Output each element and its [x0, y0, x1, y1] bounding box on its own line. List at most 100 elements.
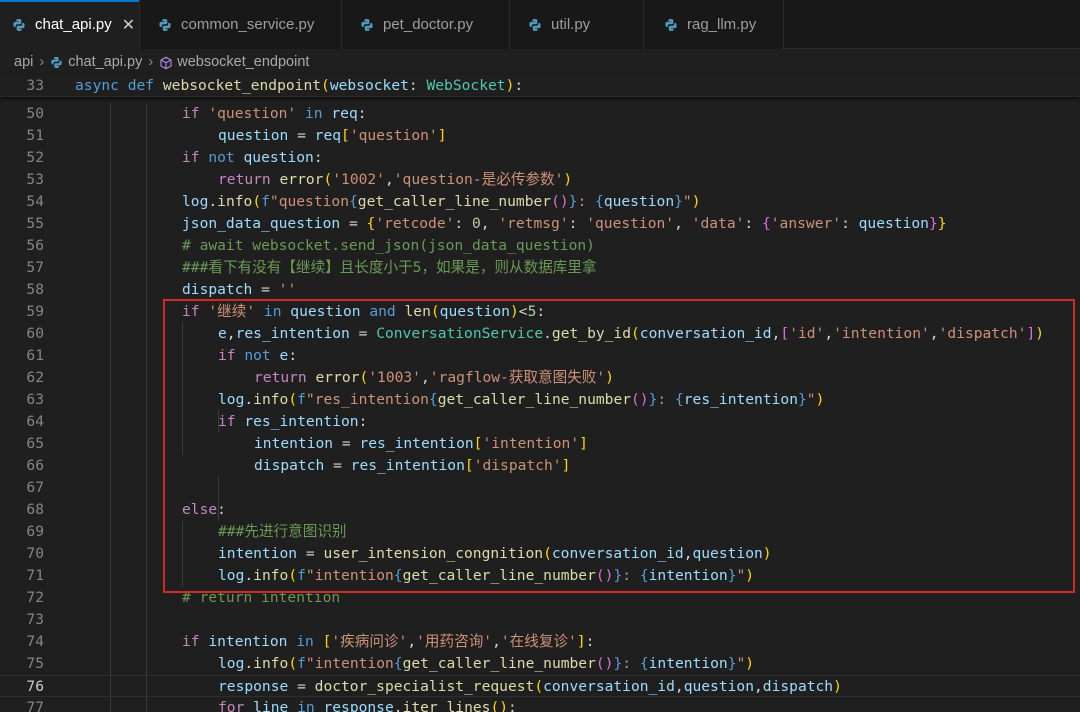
- code-token: info: [253, 655, 289, 672]
- code-token: =: [297, 545, 324, 562]
- code-line[interactable]: 56 # await websocket.send_json(json_data_…: [0, 235, 1080, 257]
- code-token: '疾病问诊': [331, 633, 408, 650]
- breadcrumb-folder[interactable]: api: [14, 54, 33, 70]
- code-token: :: [577, 193, 596, 210]
- code-line[interactable]: 53 return error('1002','question-是必传参数'): [0, 169, 1080, 191]
- code-line[interactable]: 61 if not e:: [0, 345, 1080, 367]
- breadcrumb-symbol[interactable]: websocket_endpoint: [177, 54, 309, 70]
- code-token: for: [218, 699, 254, 712]
- code-line[interactable]: 67: [0, 477, 1080, 499]
- line-number: 77: [26, 699, 44, 712]
- code-line[interactable]: 75 log.info(f"intention{get_caller_line_n…: [0, 653, 1080, 675]
- code-line[interactable]: 63 log.info(f"res_intention{get_caller_li…: [0, 389, 1080, 411]
- code-token: websocket_endpoint: [162, 77, 322, 94]
- tab-util[interactable]: util.py: [510, 0, 644, 49]
- indent-guide: [110, 103, 111, 712]
- code-line[interactable]: 52 if not question:: [0, 147, 1080, 169]
- code-token: dispatch: [182, 281, 253, 298]
- code-token: ): [499, 699, 509, 712]
- code-token: intention: [218, 545, 298, 562]
- code-text: if not e:: [218, 345, 297, 367]
- code-token: if: [182, 303, 209, 320]
- code-line[interactable]: 54 log.info(f"question{get_caller_line_nu…: [0, 191, 1080, 213]
- code-line[interactable]: 71 log.info(f"intention{get_caller_line_n…: [0, 565, 1080, 587]
- code-line[interactable]: 33 async def websocket_endpoint(websocket…: [0, 75, 1080, 97]
- tab-label: pet_doctor.py: [383, 16, 474, 33]
- code-token: '继续': [208, 303, 256, 320]
- code-token: }: [798, 391, 807, 408]
- code-token: (: [288, 567, 298, 584]
- code-line[interactable]: 74 if intention in ['疾病问诊','用药咨询','在线复诊']…: [0, 631, 1080, 653]
- python-file-icon: [360, 18, 374, 32]
- code-token: (: [359, 369, 369, 386]
- tab-common-service[interactable]: common_service.py: [140, 0, 342, 49]
- code-token: {: [674, 391, 684, 408]
- tab-chat-api[interactable]: chat_api.py ✕: [0, 0, 140, 49]
- line-number: 74: [26, 633, 44, 650]
- code-token: =: [288, 127, 315, 144]
- code-token: res_intention: [359, 435, 474, 452]
- code-token: (: [490, 699, 500, 712]
- tab-label: chat_api.py: [35, 16, 112, 33]
- code-line[interactable]: 55 json_data_question = {'retcode': 0, 'r…: [0, 213, 1080, 235]
- code-line[interactable]: 69 ###先进行意图识别: [0, 521, 1080, 543]
- code-token: (: [534, 678, 544, 695]
- code-token: [: [780, 325, 790, 342]
- code-token: dispatch: [254, 457, 325, 474]
- code-token: 'id': [789, 325, 825, 342]
- code-token: return: [254, 369, 316, 386]
- code-line[interactable]: 66 dispatch = res_intention['dispatch']: [0, 455, 1080, 477]
- code-token: in: [255, 303, 291, 320]
- code-line[interactable]: 50 if 'question' in req:: [0, 103, 1080, 125]
- line-number: 71: [26, 567, 44, 584]
- code-editor[interactable]: 33 async def websocket_endpoint(websocket…: [0, 75, 1080, 712]
- code-token: ###看下有没有【继续】且长度小于5，如果是，则从数据库里拿: [182, 259, 597, 276]
- line-number: 65: [26, 435, 44, 452]
- code-text: async def websocket_endpoint(websocket: …: [75, 75, 523, 97]
- code-token: .: [244, 655, 254, 672]
- code-line[interactable]: 57 ###看下有没有【继续】且长度小于5，如果是，则从数据库里拿: [0, 257, 1080, 279]
- code-token: =: [288, 678, 315, 695]
- python-file-icon: [664, 18, 678, 32]
- code-token: {: [393, 655, 403, 672]
- breadcrumb-file[interactable]: chat_api.py: [68, 54, 142, 70]
- code-line[interactable]: 64 if res_intention:: [0, 411, 1080, 433]
- code-line[interactable]: 77 for line in response.iter_lines():: [0, 697, 1080, 712]
- code-token: question: [439, 303, 510, 320]
- code-line[interactable]: 73: [0, 609, 1080, 631]
- code-line[interactable]: 72 # return intention: [0, 587, 1080, 609]
- code-token: in: [296, 105, 332, 122]
- code-line[interactable]: 76 response = doctor_specialist_request(c…: [0, 675, 1080, 697]
- code-token: WebSocket: [426, 77, 506, 94]
- code-line[interactable]: 51 question = req['question']: [0, 125, 1080, 147]
- code-token: ,: [226, 325, 236, 342]
- code-text: dispatch = res_intention['dispatch']: [254, 455, 570, 477]
- line-number: 57: [26, 259, 44, 276]
- code-token: get_caller_line_number: [437, 391, 632, 408]
- code-token: ,: [384, 171, 394, 188]
- code-token: 'question-是必传参数': [393, 171, 564, 188]
- code-token: log: [218, 391, 245, 408]
- code-line[interactable]: 62 return error('1003','ragflow-获取意图失败'): [0, 367, 1080, 389]
- code-line[interactable]: 58 dispatch = '': [0, 279, 1080, 301]
- code-token: {: [428, 391, 438, 408]
- code-token: intention: [648, 567, 728, 584]
- code-token: :: [744, 215, 762, 232]
- line-number: 63: [26, 391, 44, 408]
- code-token: =: [324, 457, 351, 474]
- code-token: question: [692, 545, 763, 562]
- code-token: ,: [480, 215, 499, 232]
- code-token: .: [393, 699, 403, 712]
- code-token: ,: [420, 369, 430, 386]
- code-token: ): [605, 369, 614, 386]
- code-token: :: [841, 215, 859, 232]
- code-line[interactable]: 59 if '继续' in question and len(question)<…: [0, 301, 1080, 323]
- code-line[interactable]: 70 intention = user_intension_congnition(…: [0, 543, 1080, 565]
- code-line[interactable]: 68 else:: [0, 499, 1080, 521]
- tab-pet-doctor[interactable]: pet_doctor.py: [342, 0, 510, 49]
- code-line[interactable]: 60 e,res_intention = ConversationService.…: [0, 323, 1080, 345]
- code-token: :: [585, 633, 595, 650]
- close-tab-icon[interactable]: ✕: [122, 15, 135, 35]
- tab-rag-llm[interactable]: rag_llm.py: [644, 0, 784, 49]
- code-line[interactable]: 65 intention = res_intention['intention']: [0, 433, 1080, 455]
